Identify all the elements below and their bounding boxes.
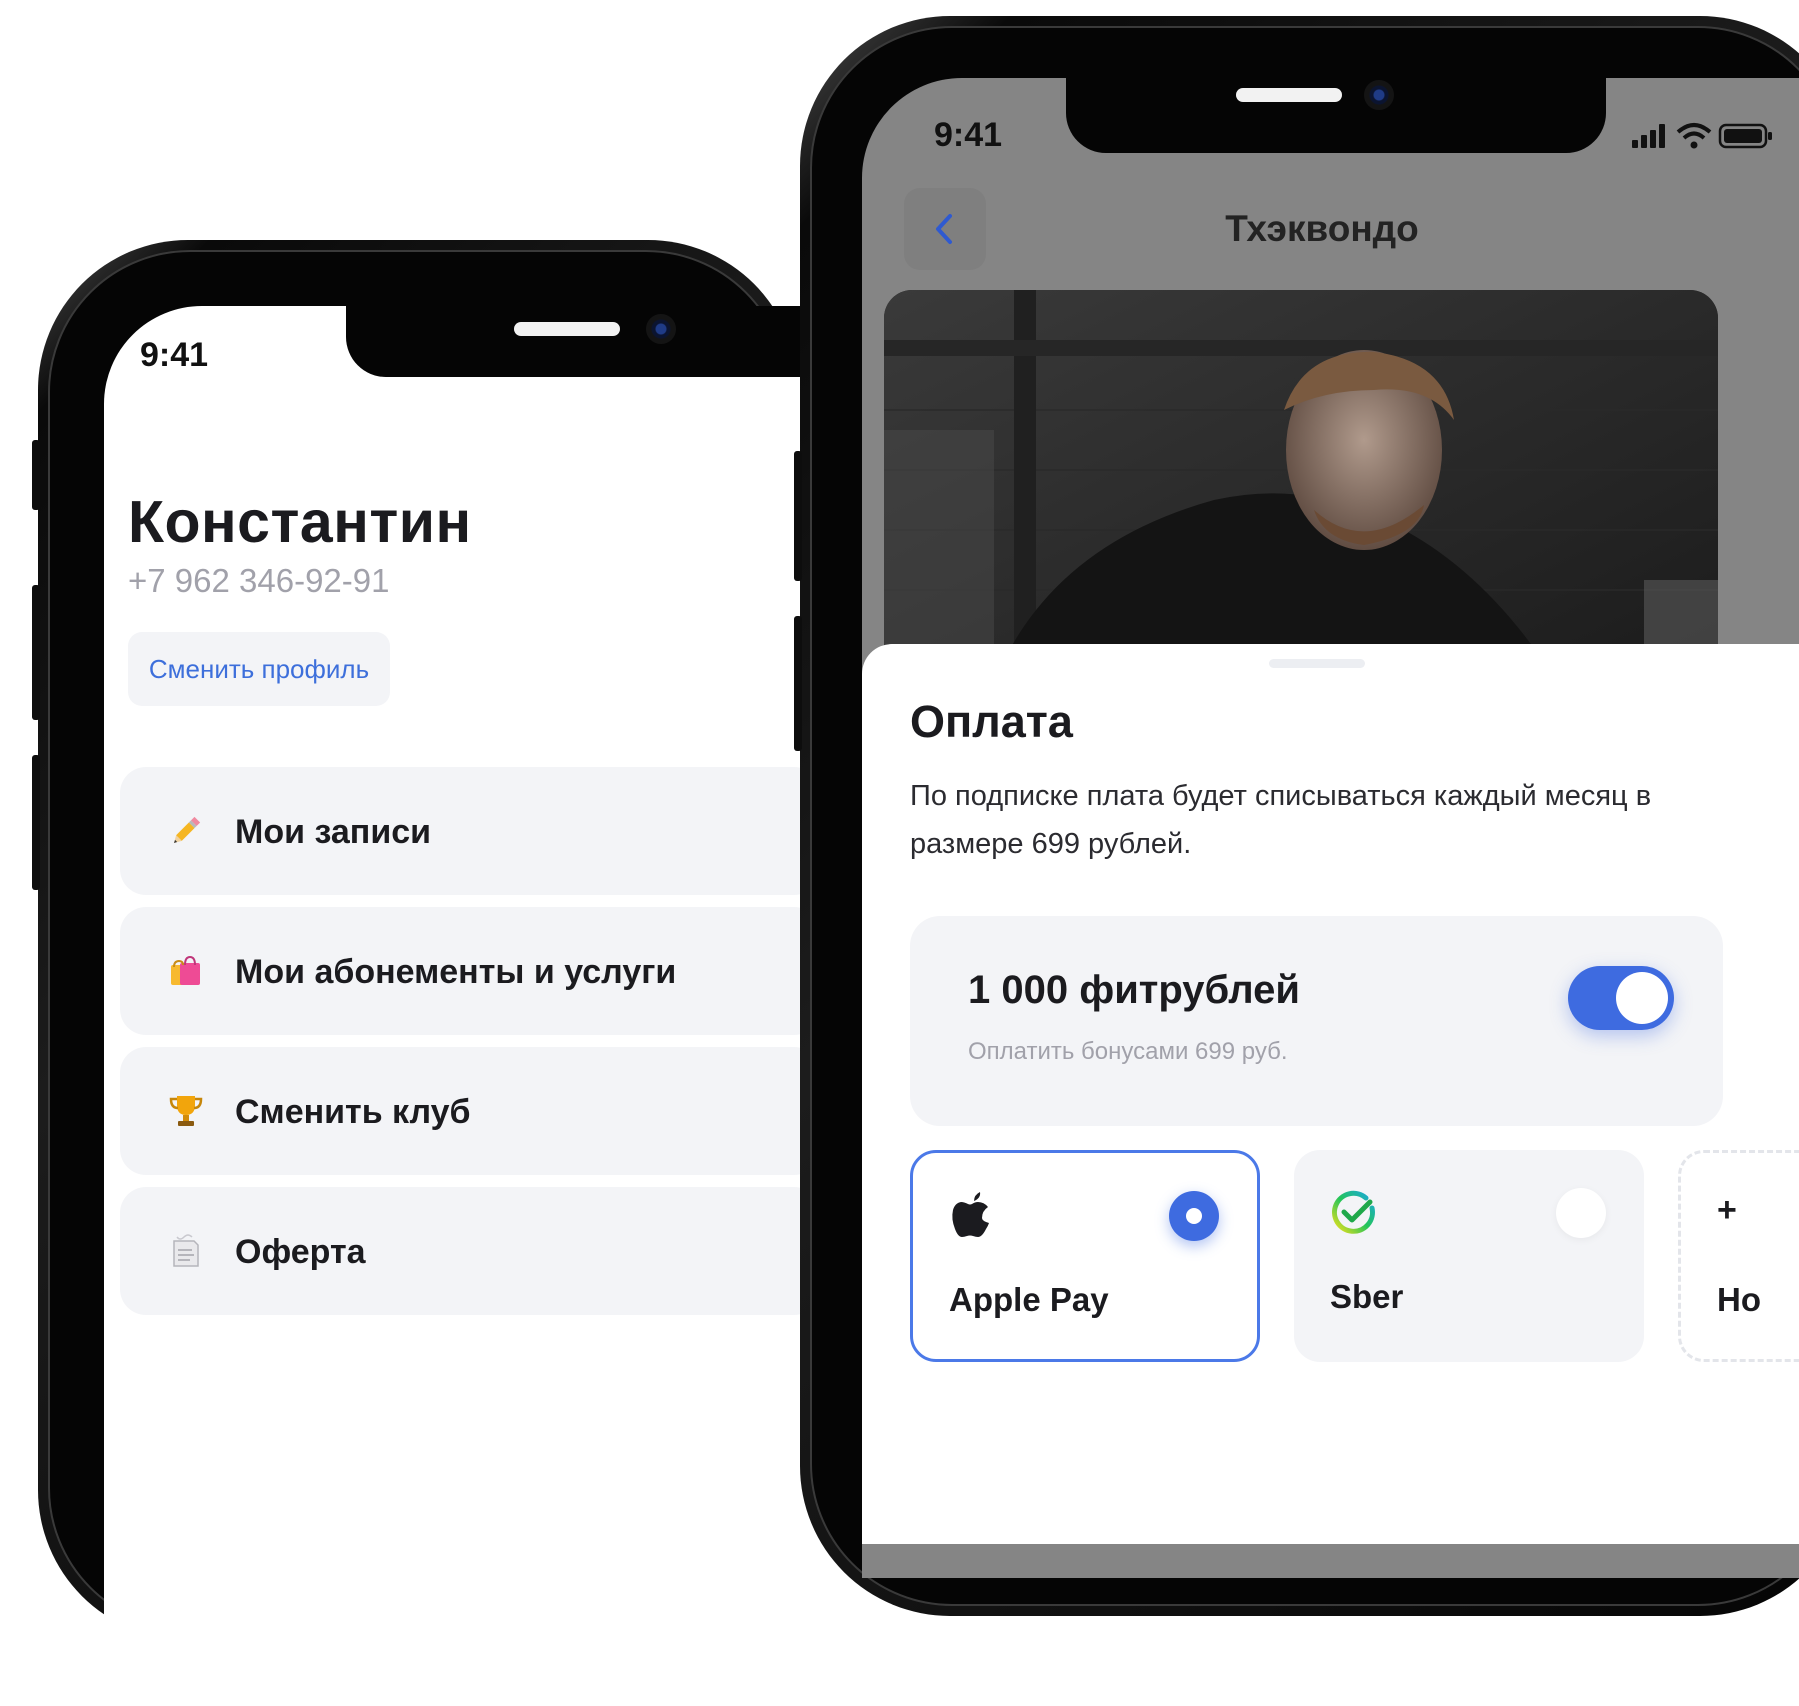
- wifi-icon: [1676, 123, 1712, 149]
- notch: [1066, 78, 1606, 153]
- shopping-bags-icon: [171, 955, 200, 985]
- volume-up-button: [32, 585, 40, 720]
- menu-item-my-bookings[interactable]: Мои записи: [120, 767, 820, 895]
- status-time: 9:41: [140, 336, 209, 374]
- volume-down-button: [794, 616, 802, 751]
- bonus-amount: 1 000 фитрублей: [968, 968, 1300, 1012]
- battery-icon: [1718, 123, 1772, 149]
- phone-profile: 9:41 Константин +7 962 346-92-91 Сменить…: [32, 240, 904, 1706]
- menu-item-change-club[interactable]: Сменить клуб: [120, 1047, 820, 1175]
- menu-item-offer[interactable]: Оферта: [120, 1187, 820, 1315]
- speaker: [1236, 88, 1342, 102]
- pencil-icon: [173, 816, 201, 844]
- phone-payment: 9:41 Тхэквондо Оплата По подписке плата …: [794, 16, 1799, 1616]
- menu-item-label: Мои абонементы и услуги: [235, 953, 677, 991]
- toggle-knob: [1616, 972, 1668, 1024]
- front-camera: [1364, 80, 1394, 110]
- profile-phone: +7 962 346-92-91: [128, 562, 390, 599]
- payment-screen: 9:41 Тхэквондо Оплата По подписке плата …: [862, 78, 1799, 1578]
- bonus-card: 1 000 фитрублей Оплатить бонусами 699 ру…: [910, 916, 1723, 1126]
- payment-method-sber[interactable]: Sber: [1294, 1150, 1644, 1362]
- sber-icon: [1332, 1190, 1375, 1234]
- menu-item-my-subscriptions[interactable]: Мои абонементы и услуги: [120, 907, 820, 1035]
- payment-method-label: Но: [1717, 1281, 1761, 1318]
- document-icon: [173, 1234, 199, 1267]
- volume-down-button: [32, 755, 40, 890]
- chevron-left-icon: [936, 214, 952, 244]
- plus-icon: +: [1717, 1191, 1737, 1229]
- profile-name: Константин: [128, 489, 472, 555]
- mute-switch: [32, 440, 40, 510]
- payment-sheet: Оплата По подписке плата будет списывать…: [862, 644, 1799, 1544]
- trophy-icon: [169, 1096, 203, 1126]
- front-camera: [646, 314, 676, 344]
- sber-radio[interactable]: [1556, 1188, 1606, 1238]
- sheet-grabber[interactable]: [1269, 659, 1365, 668]
- menu-item-label: Сменить клуб: [235, 1093, 471, 1131]
- notch: [346, 306, 846, 377]
- status-time: 9:41: [934, 116, 1003, 154]
- sheet-title: Оплата: [910, 696, 1073, 747]
- payment-method-apple-pay[interactable]: Apple Pay: [910, 1150, 1260, 1362]
- bonus-subtitle: Оплатить бонусами 699 руб.: [968, 1038, 1288, 1065]
- signal-icon: [1632, 124, 1665, 148]
- switch-profile-button[interactable]: Сменить профиль: [128, 632, 390, 706]
- back-button[interactable]: [904, 188, 986, 270]
- menu-item-label: Оферта: [235, 1233, 366, 1271]
- sheet-description: По подписке плата будет списываться кажд…: [910, 780, 1652, 860]
- menu-item-label: Мои записи: [235, 813, 432, 851]
- volume-up-button: [794, 451, 802, 581]
- payment-method-new[interactable]: + Но: [1678, 1150, 1799, 1362]
- payment-method-label: Apple Pay: [949, 1281, 1109, 1318]
- payment-method-label: Sber: [1330, 1278, 1404, 1315]
- apple-pay-radio[interactable]: [1169, 1191, 1219, 1241]
- bonus-toggle[interactable]: [1568, 966, 1674, 1030]
- page-title: Тхэквондо: [1225, 208, 1419, 249]
- speaker: [514, 322, 620, 336]
- apple-icon: [952, 1192, 989, 1237]
- status-icons: [1630, 122, 1780, 152]
